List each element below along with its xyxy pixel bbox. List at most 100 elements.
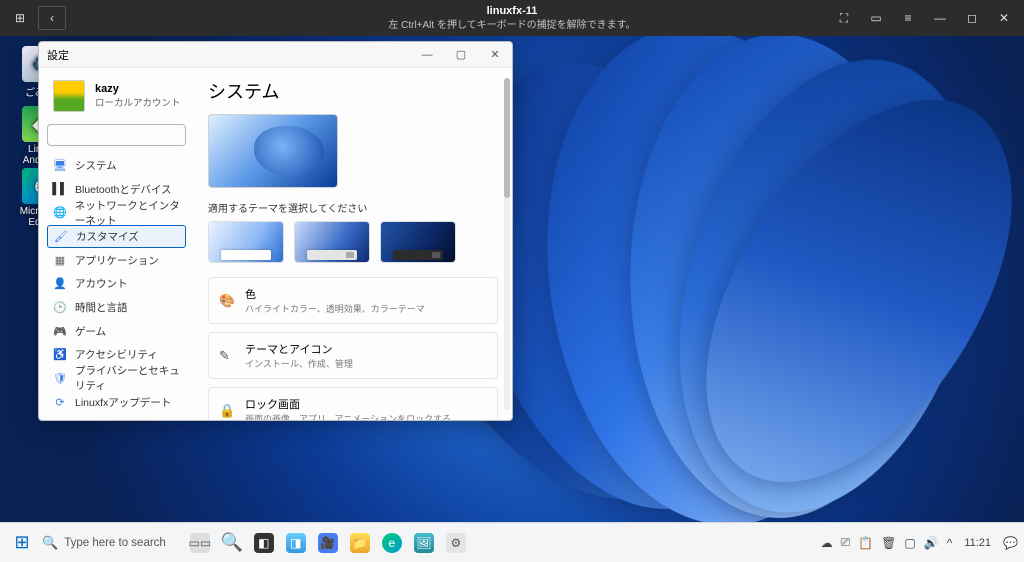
scrollbar-thumb[interactable]	[504, 78, 510, 198]
video-icon: 🎥	[318, 533, 338, 553]
edge-icon: e	[382, 533, 402, 553]
nav-customize-label: カスタマイズ	[76, 229, 139, 244]
theme-mixed[interactable]	[294, 221, 370, 263]
start-button[interactable]: ⊞	[7, 528, 37, 558]
close-button[interactable]: ✕	[990, 6, 1018, 30]
sidebar-search[interactable]: 🔍	[47, 124, 186, 146]
tray-display-icon[interactable]: ▢	[904, 536, 915, 550]
wallpaper-preview[interactable]	[208, 114, 338, 188]
taskbar-meet[interactable]: 🎥	[313, 528, 343, 558]
theme-prompt: 適用するテーマを選択してください	[208, 200, 498, 215]
nav-update-label: Linuxfxアップデート	[75, 395, 171, 410]
user-name: kazy	[95, 83, 181, 95]
search-placeholder: Type here to search	[64, 537, 166, 549]
tray-device-icon[interactable]: ⎚	[841, 535, 851, 550]
tray-notification-icon[interactable]: 💬	[1003, 536, 1018, 550]
desktop[interactable]: ♻ ごみ箱 ◆ Linux Android e Microsoft Edge 設…	[0, 36, 1024, 522]
content-heading: システム	[208, 78, 498, 104]
taskbar-app-1[interactable]: ◧	[249, 528, 279, 558]
account-icon: 👤	[53, 277, 67, 291]
brush-icon: ✎	[219, 348, 235, 364]
maximize-button[interactable]: ◻	[958, 6, 986, 30]
taskbar-search[interactable]: 🔍 Type here to search	[38, 528, 176, 558]
window-maximize-button[interactable]: ▢	[444, 42, 478, 68]
gear-icon: ⚙	[446, 533, 466, 553]
customize-icon: 🖌	[54, 230, 68, 244]
taskbar: ⊞ 🔍 Type here to search ▭▭ 🔍 ◧ ◨ 🎥 📁 e 🖼…	[0, 522, 1024, 562]
avatar	[51, 78, 87, 114]
minimize-button[interactable]: —	[926, 6, 954, 30]
row-themes[interactable]: ✎ テーマとアイコン インストール、作成、管理	[208, 332, 498, 379]
theme-light[interactable]	[208, 221, 284, 263]
window-minimize-button[interactable]: —	[410, 42, 444, 68]
magnifier-icon: 🔍	[221, 532, 243, 553]
tray-volume-icon[interactable]: 🔊	[924, 536, 939, 550]
row-themes-desc: インストール、作成、管理	[245, 357, 353, 370]
capture-hint: 左 Ctrl+Alt を押してキーボードの捕捉を解除できます。	[388, 19, 635, 32]
theme-options	[208, 221, 498, 263]
taskbar-edge[interactable]: e	[377, 528, 407, 558]
tray-trash-icon[interactable]: 🗑	[881, 536, 896, 550]
settings-titlebar[interactable]: 設定 — ▢ ✕	[39, 42, 512, 68]
privacy-icon: 🛡	[53, 371, 67, 385]
nav-games-label: ゲーム	[75, 324, 106, 339]
games-icon: 🎮	[53, 324, 67, 338]
taskbar-gallery[interactable]: 🖼	[409, 528, 439, 558]
time-icon: 🕑	[53, 300, 67, 314]
search-input[interactable]	[48, 129, 194, 141]
settings-title: 設定	[47, 47, 69, 63]
nav-apps[interactable]: ▦ アプリケーション	[47, 248, 186, 272]
folder-icon: 📁	[350, 533, 370, 553]
tray-clipboard-icon[interactable]: 📋	[858, 536, 873, 550]
nav-update[interactable]: ⟳ Linuxfxアップデート	[47, 390, 186, 414]
update-icon: ⟳	[53, 395, 67, 409]
row-colors[interactable]: 🎨 色 ハイライトカラー、透明効果、カラーテーマ	[208, 277, 498, 324]
content-scrollbar[interactable]	[504, 78, 510, 410]
nav-games[interactable]: 🎮 ゲーム	[47, 319, 186, 343]
nav-account-label: アカウント	[75, 276, 128, 291]
nav-network[interactable]: 🌐 ネットワークとインターネット	[47, 201, 186, 225]
tray-cloud-icon[interactable]: ☁	[821, 536, 833, 550]
taskview-icon: ▭▭	[190, 533, 210, 553]
hostname-label: linuxfx-11	[388, 4, 635, 18]
profile[interactable]: kazy ローカルアカウント	[47, 74, 186, 124]
taskbar-settings[interactable]: ⚙	[441, 528, 471, 558]
nav-privacy-label: プライバシーとセキュリティ	[75, 363, 180, 393]
search-icon: 🔍	[42, 535, 58, 551]
taskbar-app-2[interactable]: ◨	[281, 528, 311, 558]
nav-time[interactable]: 🕑 時間と言語	[47, 296, 186, 320]
row-lock[interactable]: 🔒 ロック画面 画面の画像、アプリ、アニメーションをロックする	[208, 387, 498, 420]
row-colors-desc: ハイライトカラー、透明効果、カラーテーマ	[245, 302, 425, 315]
user-subtitle: ローカルアカウント	[95, 95, 181, 109]
host-title: linuxfx-11 左 Ctrl+Alt を押してキーボードの捕捉を解除できま…	[388, 4, 635, 31]
keyboard-icon[interactable]: ▭	[862, 6, 890, 30]
search-app-button[interactable]: 🔍	[217, 528, 247, 558]
back-button[interactable]: ‹	[38, 6, 66, 30]
taskbar-clock[interactable]: 11:21	[960, 537, 995, 549]
system-tray: ☁ ⎚ 📋 🗑 ▢ 🔊 ^ 11:21 💬	[821, 535, 1018, 550]
nav-system[interactable]: 🖥システム	[47, 154, 186, 178]
nav-customize[interactable]: 🖌 カスタマイズ	[47, 225, 186, 249]
apps-icon: ▦	[53, 253, 67, 267]
fullscreen-icon[interactable]: ⛶	[830, 6, 858, 30]
settings-content: システム 適用するテーマを選択してください 🎨 色 ハイライトカラー、透明効果、…	[194, 68, 512, 420]
theme-dark[interactable]	[380, 221, 456, 263]
menu-icon[interactable]: ≡	[894, 6, 922, 30]
row-themes-title: テーマとアイコン	[245, 341, 353, 357]
taskbar-files[interactable]: 📁	[345, 528, 375, 558]
row-lock-desc: 画面の画像、アプリ、アニメーションをロックする	[245, 412, 451, 420]
network-icon: 🌐	[53, 206, 67, 220]
tray-chevron-icon[interactable]: ^	[947, 536, 953, 550]
app-dark-icon: ◧	[254, 533, 274, 553]
settings-window: 設定 — ▢ ✕ kazy ローカルアカウント 🔍	[38, 41, 513, 421]
nav-account[interactable]: 👤 アカウント	[47, 272, 186, 296]
system-icon: 🖥	[53, 158, 67, 172]
nav-apps-label: アプリケーション	[75, 253, 159, 268]
nav-privacy[interactable]: 🛡 プライバシーとセキュリティ	[47, 366, 186, 390]
host-app-icon[interactable]: ⊞	[6, 6, 34, 30]
task-view-button[interactable]: ▭▭	[185, 528, 215, 558]
nav-bluetooth-label: Bluetoothとデバイス	[75, 182, 172, 197]
window-close-button[interactable]: ✕	[478, 42, 512, 68]
nav-network-label: ネットワークとインターネット	[75, 198, 180, 228]
nav-time-label: 時間と言語	[75, 300, 128, 315]
